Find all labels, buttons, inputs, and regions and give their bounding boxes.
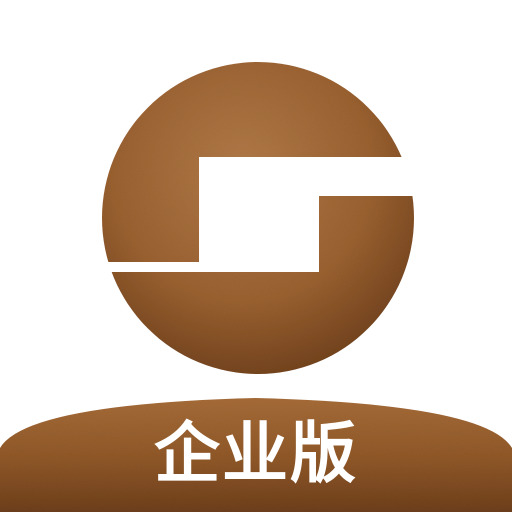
- app-icon[interactable]: 企业版: [0, 0, 512, 512]
- edition-label: 企业版: [154, 415, 358, 492]
